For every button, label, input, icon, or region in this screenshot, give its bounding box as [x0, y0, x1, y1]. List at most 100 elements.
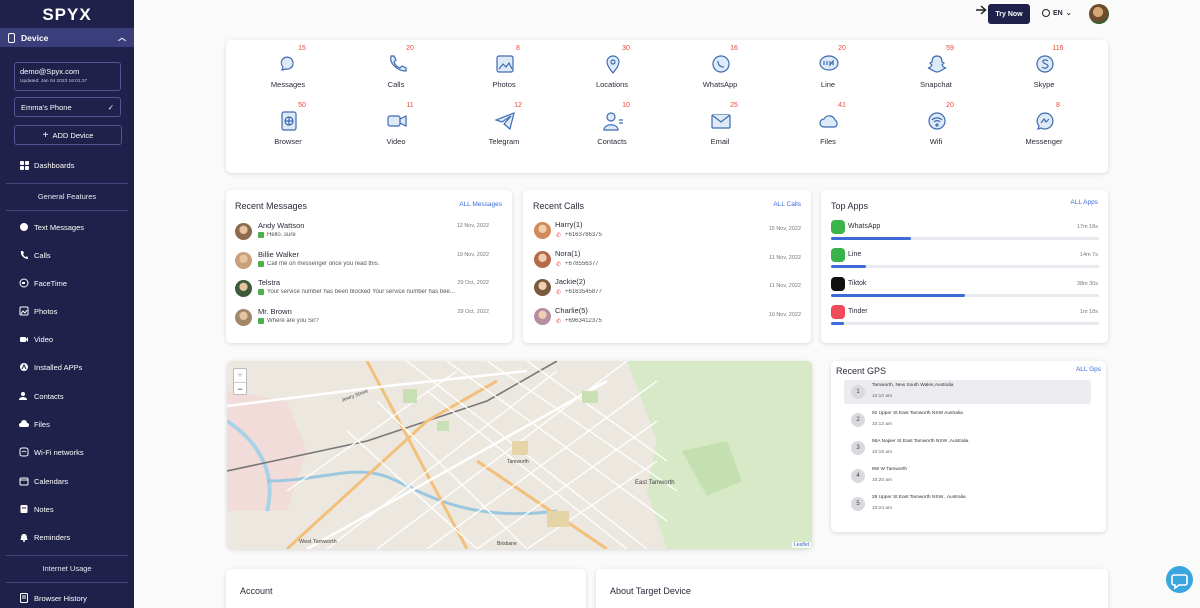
- message-row[interactable]: Mr. Brown Where are you Sir? 29 Oct, 2022: [226, 306, 512, 332]
- feature-files[interactable]: 41 Files: [798, 102, 858, 152]
- avatar: [235, 223, 252, 240]
- zoom-in-button[interactable]: +: [234, 369, 246, 382]
- gps-entry[interactable]: 2 92 Upper St East Tamworth NSW Australia…: [844, 408, 1091, 432]
- sidebar-item-contacts[interactable]: Contacts: [19, 391, 64, 401]
- gps-time: 10:20 am: [872, 478, 893, 483]
- image-icon: [19, 306, 29, 316]
- sidebar-item-label: FaceTime: [34, 278, 68, 288]
- top-apps-title: Top Apps: [831, 201, 869, 211]
- feature-messenger[interactable]: 8 Messenger: [1014, 102, 1074, 152]
- message-row[interactable]: Telstra Your service number has been bloc…: [226, 277, 512, 303]
- feature-count: 50: [298, 102, 306, 109]
- gps-entry[interactable]: 1 Tamworth, New South Wales,Australia 10:1…: [844, 380, 1091, 404]
- try-now-button[interactable]: Try Now: [988, 4, 1030, 24]
- user-avatar[interactable]: [1089, 4, 1109, 24]
- all-messages-link[interactable]: ALL Messages: [459, 201, 502, 208]
- recent-calls-title: Recent Calls: [533, 201, 585, 211]
- sidebar-item-wi-fi-networks[interactable]: Wi-Fi networks: [19, 447, 84, 457]
- account-email: demo@Spyx.com: [20, 67, 80, 76]
- whatsapp-icon: [710, 53, 730, 73]
- feature-whatsapp[interactable]: 16 WhatsApp: [690, 45, 750, 95]
- feature-contacts[interactable]: 10 Contacts: [582, 102, 642, 152]
- message-preview: Where are you Sir?: [267, 317, 319, 324]
- sidebar-item-dashboards[interactable]: Dashboards: [19, 160, 74, 170]
- account-box[interactable]: demo@Spyx.com Updated: Jan 04 2023 16:01…: [14, 62, 121, 91]
- add-device-button[interactable]: + ADD Device: [14, 125, 122, 145]
- feature-locations[interactable]: 30 Locations: [582, 45, 642, 95]
- app-name: Line: [848, 251, 862, 259]
- sidebar-item-browser-history[interactable]: Browser History: [19, 593, 87, 603]
- app-usage-time: 17m 18s: [1076, 224, 1098, 230]
- app-row[interactable]: Tiktok 38m 30s: [821, 276, 1108, 303]
- whatsapp-icon: [831, 220, 845, 234]
- call-row[interactable]: Harry(1) ✆ +6163786375 15 Nov, 2022: [523, 219, 811, 245]
- all-calls-link[interactable]: ALL Calls: [773, 201, 801, 208]
- feature-email[interactable]: 25 Email: [690, 102, 750, 152]
- app-usage-bar: [831, 293, 1099, 297]
- feature-label: Line: [820, 80, 836, 89]
- all-gps-link[interactable]: ALL Gps: [1076, 366, 1101, 373]
- sidebar-item-notes[interactable]: Notes: [19, 504, 54, 514]
- avatar: [534, 250, 551, 268]
- sidebar-item-calls[interactable]: Calls: [19, 250, 51, 260]
- chevron-up-icon: ︿: [118, 33, 126, 42]
- gps-entry[interactable]: 3 56A Napier St East Tamworth NSW ,Austra…: [844, 436, 1091, 460]
- arrow-right-icon: [976, 5, 987, 17]
- browser-icon: [278, 110, 298, 131]
- missed-call-icon: ✆: [556, 261, 562, 268]
- message-row[interactable]: Andy Wattson Hello..sure 12 Nov, 2022: [226, 220, 512, 246]
- call-row[interactable]: Charlie(5) ✆ +6963412375 10 Nov, 2022: [523, 305, 811, 331]
- feature-wifi[interactable]: 20 Wifi: [906, 102, 966, 152]
- feature-calls[interactable]: 20 Calls: [366, 45, 426, 95]
- map-attribution[interactable]: Leaflet: [791, 542, 811, 548]
- feature-photos[interactable]: 8 Photos: [474, 45, 534, 95]
- feature-skype[interactable]: 116 Skype: [1014, 45, 1074, 95]
- gps-address: 56A Napier St East Tamworth NSW ,Austral…: [872, 439, 969, 444]
- section-internet-usage: Internet Usage: [42, 564, 92, 573]
- feature-messages[interactable]: 15 Messages: [258, 45, 318, 95]
- sidebar-item-facetime[interactable]: FaceTime: [19, 278, 67, 288]
- chat-bubble-icon: [1171, 574, 1188, 590]
- sidebar-item-video[interactable]: Video: [19, 334, 53, 344]
- cloud-icon: [19, 419, 29, 429]
- feature-browser[interactable]: 50 Browser: [258, 102, 318, 152]
- skype-icon: [1034, 53, 1054, 73]
- sidebar-item-reminders[interactable]: Reminders: [19, 532, 70, 542]
- sidebar-item-files[interactable]: Files: [19, 419, 50, 429]
- zoom-out-button[interactable]: −: [234, 382, 246, 396]
- map-label: East Tamworth: [635, 480, 675, 486]
- gps-index: 5: [851, 497, 865, 511]
- feature-snapchat[interactable]: 59 Snapchat: [906, 45, 966, 95]
- all-apps-link[interactable]: ALL Apps: [1070, 199, 1098, 206]
- feature-line[interactable]: 20 Line: [798, 45, 858, 95]
- app-row[interactable]: Tinder 1m 18s: [821, 304, 1108, 331]
- sidebar-item-text-messages[interactable]: Text Messages: [19, 222, 84, 232]
- call-row[interactable]: Nora(1) ✆ +678556377 11 Nov, 2022: [523, 248, 811, 274]
- sidebar-item-calendars[interactable]: Calendars: [19, 476, 68, 486]
- divider: [6, 582, 128, 583]
- caller-name: Jackie(2): [555, 277, 586, 286]
- gps-entry[interactable]: 5 29 Upper St East Tamworth NSW , Austral…: [844, 492, 1091, 516]
- device-selector[interactable]: Emma's Phone ✓: [14, 97, 121, 117]
- call-row[interactable]: Jackie(2) ✆ +6163545877 11 Nov, 2022: [523, 276, 811, 302]
- app-row[interactable]: Line 14m 7s: [821, 248, 1108, 274]
- feature-telegram[interactable]: 12 Telegram: [474, 102, 534, 152]
- sidebar-item-installed-apps[interactable]: Installed APPs: [19, 362, 82, 372]
- device-menu-header[interactable]: Device ︿: [0, 28, 134, 47]
- sidebar-item-label: Text Messages: [34, 222, 85, 232]
- calendar-icon: [19, 476, 29, 486]
- plus-icon: +: [42, 129, 49, 141]
- app-row[interactable]: WhatsApp 17m 18s: [821, 220, 1108, 246]
- message-row[interactable]: Billie Walker Call me on messenger once y…: [226, 249, 512, 275]
- sidebar-item-label: Installed APPs: [34, 362, 83, 372]
- chat-support-button[interactable]: [1166, 566, 1193, 593]
- wifi-icon: [19, 447, 29, 457]
- feature-video[interactable]: 11 Video: [366, 102, 426, 152]
- app-usage-bar: [831, 265, 1099, 269]
- gps-map[interactable]: + − Jewry Street Tamworth East Tamworth …: [227, 361, 812, 549]
- gps-entry[interactable]: 4 8W W Tamworth 10:20 am: [844, 464, 1091, 488]
- sidebar-item-photos[interactable]: Photos: [19, 306, 57, 316]
- language-selector[interactable]: EN ⌄: [1042, 9, 1072, 17]
- feature-label: Video: [386, 137, 406, 146]
- feature-label: WhatsApp: [702, 80, 738, 89]
